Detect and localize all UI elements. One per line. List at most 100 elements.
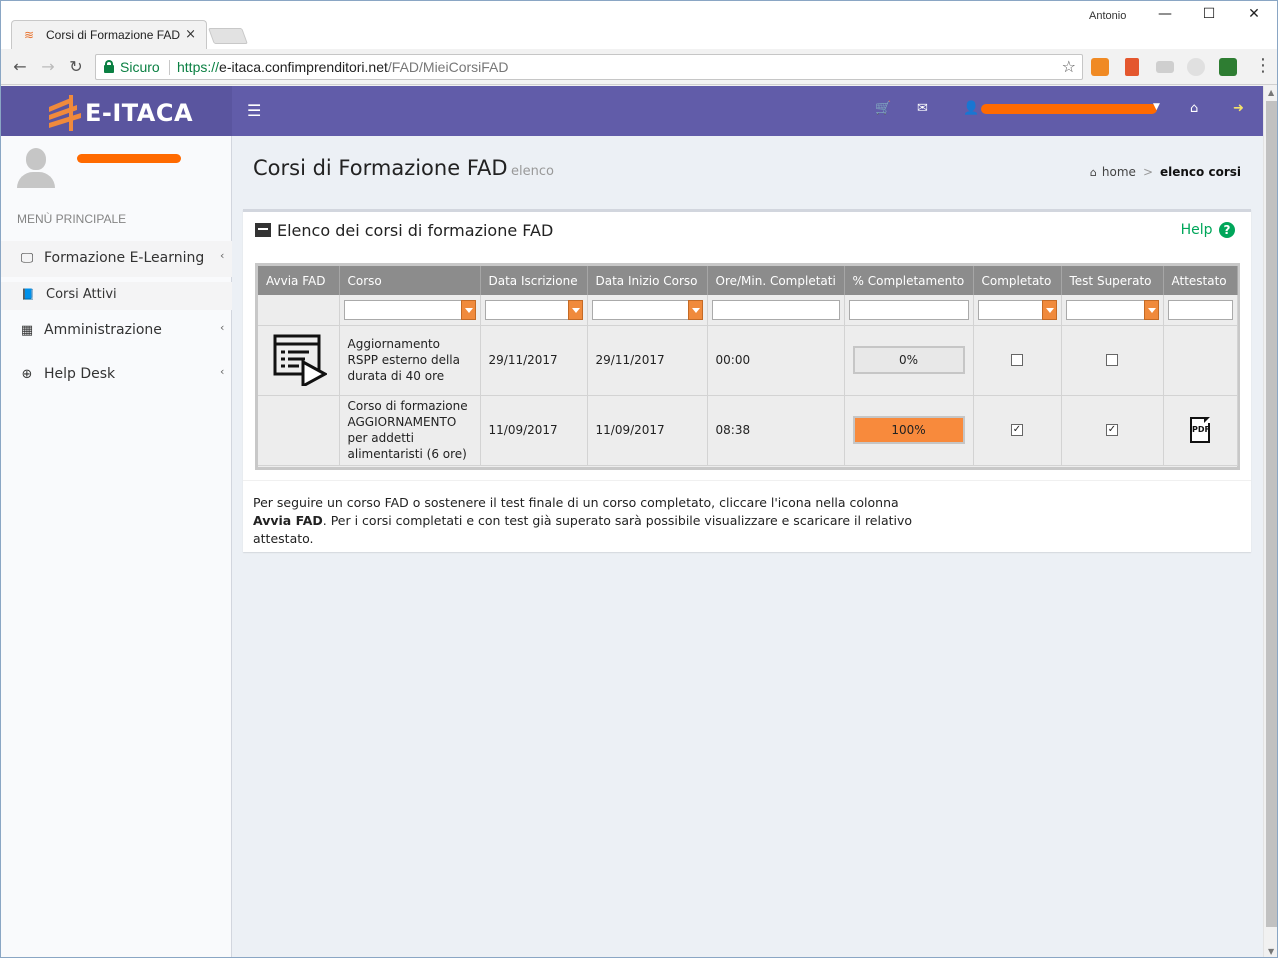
sidebar-item-label: Amministrazione — [44, 322, 162, 338]
table-row: Corso di formazione AGGIORNAMENTO per ad… — [258, 395, 1238, 466]
note-text-2: . Per i corsi completati e con test già … — [253, 513, 913, 546]
col-completato[interactable]: Completato — [973, 266, 1062, 295]
minimize-button[interactable]: — — [1153, 6, 1177, 26]
new-tab-button[interactable] — [208, 28, 248, 44]
extension-download-icon[interactable] — [1219, 58, 1237, 76]
title-bar: ≋ Corsi di Formazione FAD × Antonio — ☐ … — [1, 1, 1277, 49]
col-percent[interactable]: % Completamento — [844, 266, 974, 295]
progress-bar: 0% — [852, 346, 965, 374]
filter-corso-select[interactable] — [343, 299, 476, 320]
table-row: Aggiornamento RSPP esterno della durata … — [258, 325, 1238, 396]
extension-gray-icon[interactable] — [1156, 61, 1174, 73]
help-label: Help — [1180, 222, 1213, 238]
filter-cell — [1061, 295, 1164, 326]
cart-icon[interactable]: 🛒 — [875, 101, 891, 116]
extension-office-icon[interactable] — [1125, 58, 1139, 76]
user-dropdown-icon[interactable]: ▼ — [1153, 102, 1160, 112]
col-test-superato[interactable]: Test Superato — [1061, 266, 1164, 295]
courses-grid: Avvia FAD Corso Data Iscrizione Data Ini… — [255, 263, 1240, 470]
breadcrumb: ⌂ home > elenco corsi — [1090, 165, 1241, 179]
progress-label: 0% — [898, 353, 919, 367]
extension-circle-icon[interactable] — [1187, 58, 1205, 76]
col-corso[interactable]: Corso — [339, 266, 481, 295]
filter-percent-input[interactable] — [848, 299, 969, 320]
logout-icon[interactable]: ➜ — [1233, 101, 1244, 116]
archive-icon — [255, 223, 271, 237]
mail-icon[interactable]: ✉ — [917, 101, 928, 116]
scroll-up-icon[interactable]: ▲ — [1268, 88, 1274, 97]
chevron-down-icon — [460, 299, 476, 320]
help-link[interactable]: Help ? — [1181, 222, 1235, 238]
pdf-download-icon[interactable]: PDF — [1190, 417, 1210, 443]
percent-cell: 0% — [844, 325, 974, 396]
col-data-inizio[interactable]: Data Inizio Corso — [587, 266, 708, 295]
filter-cell — [587, 295, 708, 326]
note-text-1: Per seguire un corso FAD o sostenere il … — [253, 495, 899, 510]
avvia-fad-cell — [258, 325, 340, 396]
page-scrollbar[interactable]: ▲ ▼ — [1263, 86, 1277, 957]
url-text[interactable]: https://e-itaca.confimprenditori.net/FAD… — [177, 59, 508, 75]
sidebar-item-formazione-elearning[interactable]: 🖵 Formazione E-Learning ‹ — [1, 241, 232, 277]
tab-close-icon[interactable]: × — [185, 27, 196, 42]
box-title-text: Elenco dei corsi di formazione FAD — [277, 221, 554, 240]
filter-inizio-select[interactable] — [591, 299, 703, 320]
data-inizio: 11/09/2017 — [587, 395, 708, 466]
home-icon[interactable]: ⌂ — [1190, 101, 1198, 116]
address-bar[interactable]: Sicuro https://e-itaca.confimprenditori.… — [95, 54, 1083, 80]
bookmark-star-icon[interactable]: ☆ — [1062, 57, 1076, 76]
filter-completato-select[interactable] — [977, 299, 1057, 320]
col-avvia-fad[interactable]: Avvia FAD — [258, 266, 340, 295]
sidebar-item-help-desk[interactable]: ⊕ Help Desk ‹ — [1, 357, 232, 393]
completato-cell — [973, 325, 1062, 396]
test-cell — [1061, 325, 1164, 396]
window-user[interactable]: Antonio — [1089, 10, 1126, 22]
monitor-icon: 🖵 — [20, 251, 34, 266]
sidebar-user-name-redacted — [77, 154, 181, 163]
browser-toolbar: ← → ↻ Sicuro https://e-itaca.confimprend… — [1, 49, 1277, 85]
browser-tab[interactable]: ≋ Corsi di Formazione FAD × — [11, 20, 207, 49]
filter-test-select[interactable] — [1065, 299, 1159, 320]
ore-completati: 00:00 — [707, 325, 845, 396]
url-scheme: https:// — [177, 59, 220, 75]
chevron-left-icon: ‹ — [220, 321, 225, 334]
sidebar: MENÙ PRINCIPALE 🖵 Formazione E-Learning … — [1, 136, 232, 957]
sidebar-item-corsi-attivi[interactable]: 📘 Corsi Attivi — [1, 282, 232, 310]
attestato-cell — [1163, 325, 1238, 396]
breadcrumb-separator: > — [1142, 165, 1153, 179]
col-ore-completati[interactable]: Ore/Min. Completati — [707, 266, 845, 295]
progress-bar: 100% — [852, 416, 965, 444]
col-attestato[interactable]: Attestato — [1163, 266, 1238, 295]
secure-label: Sicuro — [120, 59, 160, 75]
course-name: Corso di formazione AGGIORNAMENTO per ad… — [339, 395, 481, 466]
filter-iscrizione-select[interactable] — [484, 299, 583, 320]
box-separator — [243, 480, 1251, 481]
percent-cell: 100% — [844, 395, 974, 466]
filter-ore-input[interactable] — [711, 299, 840, 320]
close-window-button[interactable]: ✕ — [1242, 6, 1266, 26]
back-icon[interactable]: ← — [9, 56, 31, 78]
page-subtitle: elenco — [511, 164, 554, 179]
breadcrumb-home[interactable]: home — [1102, 165, 1136, 179]
user-name-redacted[interactable] — [981, 104, 1157, 114]
browser-menu-icon[interactable]: ⋮ — [1254, 55, 1272, 77]
chevron-down-icon — [1143, 299, 1159, 320]
menu-header: MENÙ PRINCIPALE — [17, 212, 127, 226]
book-icon: 📘 — [21, 288, 35, 301]
scroll-down-icon[interactable]: ▼ — [1268, 947, 1274, 956]
filter-cell — [339, 295, 481, 326]
progress-label: 100% — [891, 423, 926, 437]
user-icon[interactable]: 👤 — [963, 101, 979, 116]
filter-attestato-input[interactable] — [1167, 299, 1233, 320]
scroll-thumb[interactable] — [1266, 101, 1277, 927]
table-icon: ▦ — [20, 323, 34, 338]
col-data-iscrizione[interactable]: Data Iscrizione — [480, 266, 588, 295]
launch-course-icon[interactable] — [269, 334, 328, 386]
maximize-button[interactable]: ☐ — [1197, 6, 1221, 26]
reload-icon[interactable]: ↻ — [65, 56, 87, 78]
hamburger-menu-icon[interactable]: ☰ — [247, 101, 261, 120]
sidebar-item-amministrazione[interactable]: ▦ Amministrazione ‹ — [1, 313, 232, 349]
forward-icon[interactable]: → — [37, 56, 59, 78]
extension-chart-icon[interactable] — [1091, 58, 1109, 76]
logo-mark-icon — [49, 95, 81, 131]
logo-area[interactable]: E-ITACA — [1, 86, 232, 136]
